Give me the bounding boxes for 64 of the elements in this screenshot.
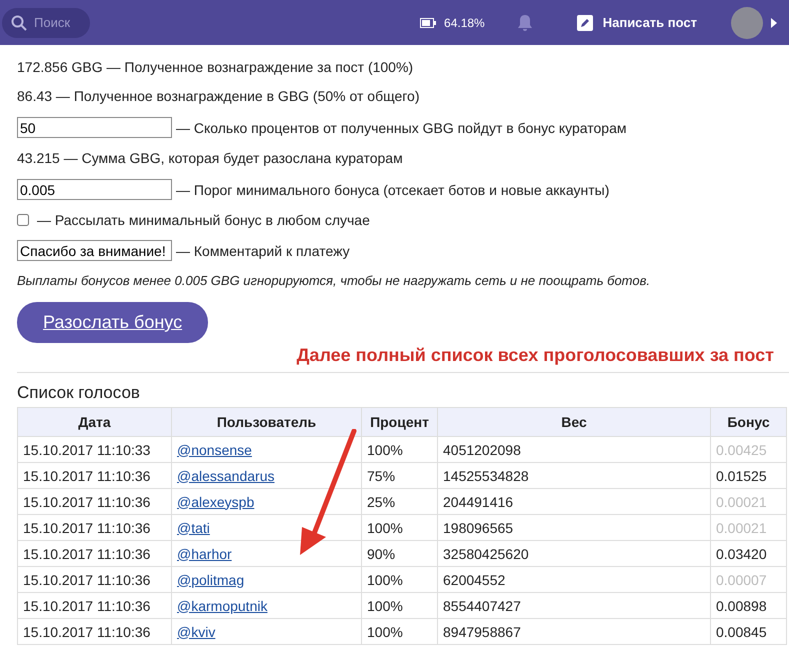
date-cell: 15.10.2017 11:10:36 (18, 540, 172, 566)
weight-cell: 62004552 (438, 566, 710, 592)
note-text: Выплаты бонусов менее 0.005 GBG игнорируются, чтобы не нагружать сеть и не поощрать ботов. (17, 273, 651, 288)
info-text: 172.856 GBG — Полученное вознаграждение за пост (100%) (17, 59, 414, 75)
annotation-text: Далее полный список всех проголосовавших за пост (296, 345, 774, 366)
date-cell: 15.10.2017 11:10:36 (18, 514, 172, 540)
column-header: Процент (362, 408, 438, 436)
date-cell: 15.10.2017 11:10:36 (18, 566, 172, 592)
column-header: Бонус (710, 408, 786, 436)
date-cell: 15.10.2017 11:10:33 (18, 436, 172, 462)
percent-cell: 100% (362, 618, 438, 644)
search-icon (11, 14, 27, 30)
percent-cell: 25% (362, 488, 438, 514)
date-cell: 15.10.2017 11:10:36 (18, 462, 172, 488)
bonus-cell: 0.03420 (710, 540, 786, 566)
info-text: 43.215 — Сумма GBG, которая будет разослана кураторам (17, 150, 404, 166)
date-cell: 15.10.2017 11:10:36 (18, 618, 172, 644)
bell-icon[interactable] (516, 14, 533, 32)
weight-cell: 14525534828 (438, 462, 710, 488)
user-link[interactable]: @kviv (177, 624, 216, 640)
input-field[interactable]: 50 (17, 117, 172, 138)
percent-cell: 100% (362, 592, 438, 618)
info-text: 86.43 — Полученное вознаграждение в GBG (50% от общего) (17, 88, 420, 104)
field-label: — Комментарий к платежу (176, 242, 350, 258)
percent-cell: 90% (362, 540, 438, 566)
column-header: Пользователь (172, 408, 362, 436)
column-header: Дата (18, 408, 172, 436)
bonus-cell: 0.00021 (710, 488, 786, 514)
bonus-cell: 0.01525 (710, 462, 786, 488)
bonus-cell: 0.00845 (710, 618, 786, 644)
weight-cell: 8554407427 (438, 592, 710, 618)
weight-cell: 32580425620 (438, 540, 710, 566)
weight-cell: 4051202098 (438, 436, 710, 462)
search-field[interactable]: Поиск (2, 8, 90, 38)
input-field[interactable]: 0.005 (17, 179, 172, 200)
percent-cell: 100% (362, 436, 438, 462)
bonus-cell: 0.00021 (710, 514, 786, 540)
weight-cell: 8947958867 (438, 618, 710, 644)
write-post-button[interactable]: Написать пост (570, 14, 703, 32)
pencil-icon (576, 14, 593, 30)
bonus-cell: 0.00425 (710, 436, 786, 462)
battery-icon (420, 18, 436, 28)
avatar[interactable] (731, 6, 763, 38)
bonus-cell: 0.00007 (710, 566, 786, 592)
votes-title: Список голосов (17, 383, 141, 403)
checkbox-label: — Рассылать минимальный бонус в любом случае (37, 212, 370, 228)
percent-cell: 100% (362, 514, 438, 540)
checkbox[interactable] (17, 214, 29, 226)
user-link[interactable]: @harhor (177, 546, 232, 562)
battery-level: 64.18% (444, 16, 485, 30)
weight-cell: 204491416 (438, 488, 710, 514)
send-bonus-button[interactable]: Разослать бонус (17, 302, 208, 343)
percent-cell: 100% (362, 566, 438, 592)
column-header: Вес (438, 408, 710, 436)
percent-cell: 75% (362, 462, 438, 488)
date-cell: 15.10.2017 11:10:36 (18, 592, 172, 618)
field-label: — Порог минимального бонуса (отсекает ботов и новые аккаунты) (176, 182, 610, 198)
weight-cell: 198096565 (438, 514, 710, 540)
caret-icon[interactable] (771, 18, 777, 28)
field-label: — Сколько процентов от полученных GBG пойдут в бонус кураторам (176, 120, 626, 136)
input-field[interactable]: Спасибо за внимание! (17, 240, 172, 261)
user-link[interactable]: @tati (177, 520, 210, 536)
date-cell: 15.10.2017 11:10:36 (18, 488, 172, 514)
bonus-cell: 0.00898 (710, 592, 786, 618)
